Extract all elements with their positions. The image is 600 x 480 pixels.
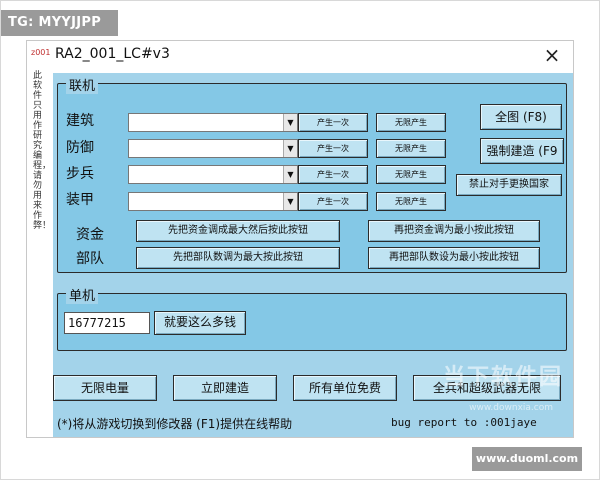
close-icon[interactable]: × (541, 44, 563, 66)
chevron-down-icon[interactable]: ▼ (283, 114, 297, 131)
online-group: 联机 建筑 ▼ 产生一次 无限产生 防御 ▼ 产生一次 无限产生 步兵 ▼ 产生… (57, 75, 567, 273)
troops-min-button[interactable]: 再把部队数设为最小按此按钮 (368, 247, 540, 269)
label-armor: 装甲 (66, 192, 94, 208)
instant-build-button[interactable]: 立即建造 (173, 375, 277, 401)
bug-report: bug report to :001jaye (391, 416, 537, 429)
client-area: 联机 建筑 ▼ 产生一次 无限产生 防御 ▼ 产生一次 无限产生 步兵 ▼ 产生… (53, 73, 573, 475)
watermark-url: www.downxia.com (469, 403, 553, 413)
site-watermark-badge: www.duoml.com (472, 447, 582, 471)
armor-infinite-button[interactable]: 无限产生 (376, 192, 446, 211)
app-icon: z001 (31, 48, 51, 57)
trainer-window: z001 RA2_001_LC#v3 × 此软件只用作研究编程，请勿用来作弊！ … (26, 40, 574, 475)
ban-country-switch-button[interactable]: 禁止对手更换国家 (456, 174, 562, 196)
defense-once-button[interactable]: 产生一次 (298, 139, 368, 158)
label-troops: 部队 (76, 251, 104, 267)
side-note-strip: 此软件只用作研究编程，请勿用来作弊！ (27, 71, 51, 437)
window-title: RA2_001_LC#v3 (55, 46, 170, 62)
set-money-button[interactable]: 就要这么多钱 (154, 311, 246, 335)
watermark-text: 当下软件园 (442, 365, 563, 390)
combo-armor[interactable]: ▼ (128, 192, 298, 211)
money-input[interactable]: 16777215 (64, 312, 150, 334)
full-map-button[interactable]: 全图 (F8) (480, 104, 562, 130)
single-group-title: 单机 (66, 285, 99, 304)
free-units-button[interactable]: 所有单位免费 (293, 375, 397, 401)
building-once-button[interactable]: 产生一次 (298, 113, 368, 132)
infantry-once-button[interactable]: 产生一次 (298, 165, 368, 184)
combo-building[interactable]: ▼ (128, 113, 298, 132)
online-group-title: 联机 (66, 75, 99, 94)
label-infantry: 步兵 (66, 166, 94, 182)
combo-infantry[interactable]: ▼ (128, 165, 298, 184)
side-note: 此软件只用作研究编程，请勿用来作弊！ (33, 71, 52, 231)
armor-once-button[interactable]: 产生一次 (298, 192, 368, 211)
label-building: 建筑 (66, 113, 94, 129)
help-hint: (*)将从游戏切换到修改器 (F1)提供在线帮助 (57, 417, 293, 431)
building-infinite-button[interactable]: 无限产生 (376, 113, 446, 132)
infinite-power-button[interactable]: 无限电量 (53, 375, 157, 401)
title-bar[interactable]: z001 RA2_001_LC#v3 × (27, 41, 573, 71)
chevron-down-icon[interactable]: ▼ (283, 193, 297, 210)
troops-max-button[interactable]: 先把部队数调为最大按此按钮 (136, 247, 340, 269)
label-defense: 防御 (66, 140, 94, 156)
combo-defense[interactable]: ▼ (128, 139, 298, 158)
watermark-logo (429, 449, 455, 475)
funds-min-button[interactable]: 再把资金调为最小按此按钮 (368, 220, 540, 242)
chevron-down-icon[interactable]: ▼ (283, 166, 297, 183)
single-group: 单机 16777215 就要这么多钱 (57, 285, 567, 351)
infantry-infinite-button[interactable]: 无限产生 (376, 165, 446, 184)
force-build-button[interactable]: 强制建造 (F9 (480, 138, 564, 164)
chevron-down-icon[interactable]: ▼ (283, 140, 297, 157)
tg-watermark-badge: TG: MYYJJPP (0, 10, 118, 36)
label-funds: 资金 (76, 227, 104, 243)
funds-max-button[interactable]: 先把资金调成最大然后按此按钮 (136, 220, 340, 242)
defense-infinite-button[interactable]: 无限产生 (376, 139, 446, 158)
